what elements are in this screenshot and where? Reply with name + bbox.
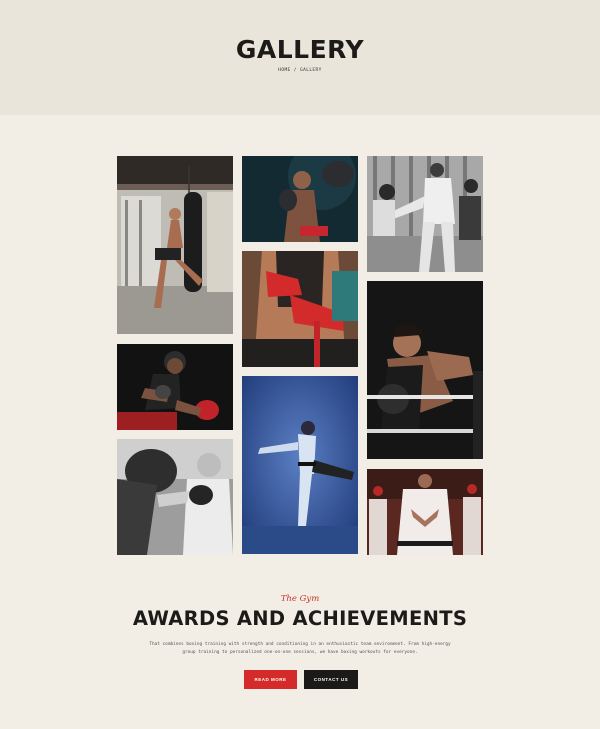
page-header: GALLERY HOME / GALLERY	[0, 0, 600, 115]
gallery-photo-boxer-portrait[interactable]	[242, 156, 358, 242]
kids-boxing-image	[117, 439, 233, 555]
high-kick-image	[242, 376, 358, 554]
breadcrumb: HOME / GALLERY	[0, 68, 600, 73]
section-description: That combines boxing training with stren…	[140, 641, 460, 658]
contact-us-button[interactable]: CONTACT US	[304, 670, 358, 689]
heavy-bag-kick-image	[117, 156, 233, 334]
boxer-portrait-image	[242, 156, 358, 242]
gallery-photo-hand-wraps[interactable]	[242, 251, 358, 367]
gallery-photo-karate-class[interactable]	[367, 469, 483, 555]
breadcrumb-current: GALLERY	[300, 68, 322, 73]
gallery-photo-high-kick[interactable]	[242, 376, 358, 554]
hand-wraps-image	[242, 251, 358, 367]
gallery-photo-kids-boxing[interactable]	[117, 439, 233, 555]
karate-sparring-image	[367, 156, 483, 272]
section-script-heading: The Gym	[280, 594, 320, 604]
read-more-button[interactable]: READ MORE	[244, 670, 297, 689]
gallery-photo-karate-sparring[interactable]	[367, 156, 483, 272]
description-line-2: group training to personalized one-on-on…	[182, 650, 418, 656]
description-line-1: That combines boxing training with stren…	[149, 642, 451, 647]
breadcrumb-separator: /	[293, 68, 297, 73]
section-title: AWARDS AND ACHIEVEMENTS	[132, 607, 468, 630]
crouching-boxer-image	[117, 344, 233, 430]
gallery-photo-crouching-boxer[interactable]	[117, 344, 233, 430]
breadcrumb-home-link[interactable]: HOME	[278, 68, 290, 73]
karate-class-image	[367, 469, 483, 555]
page-title: GALLERY	[235, 35, 365, 64]
gallery-photo-fighter-ringside[interactable]	[367, 281, 483, 459]
fighter-ringside-image	[367, 281, 483, 459]
gallery-photo-heavy-bag[interactable]	[117, 156, 233, 334]
